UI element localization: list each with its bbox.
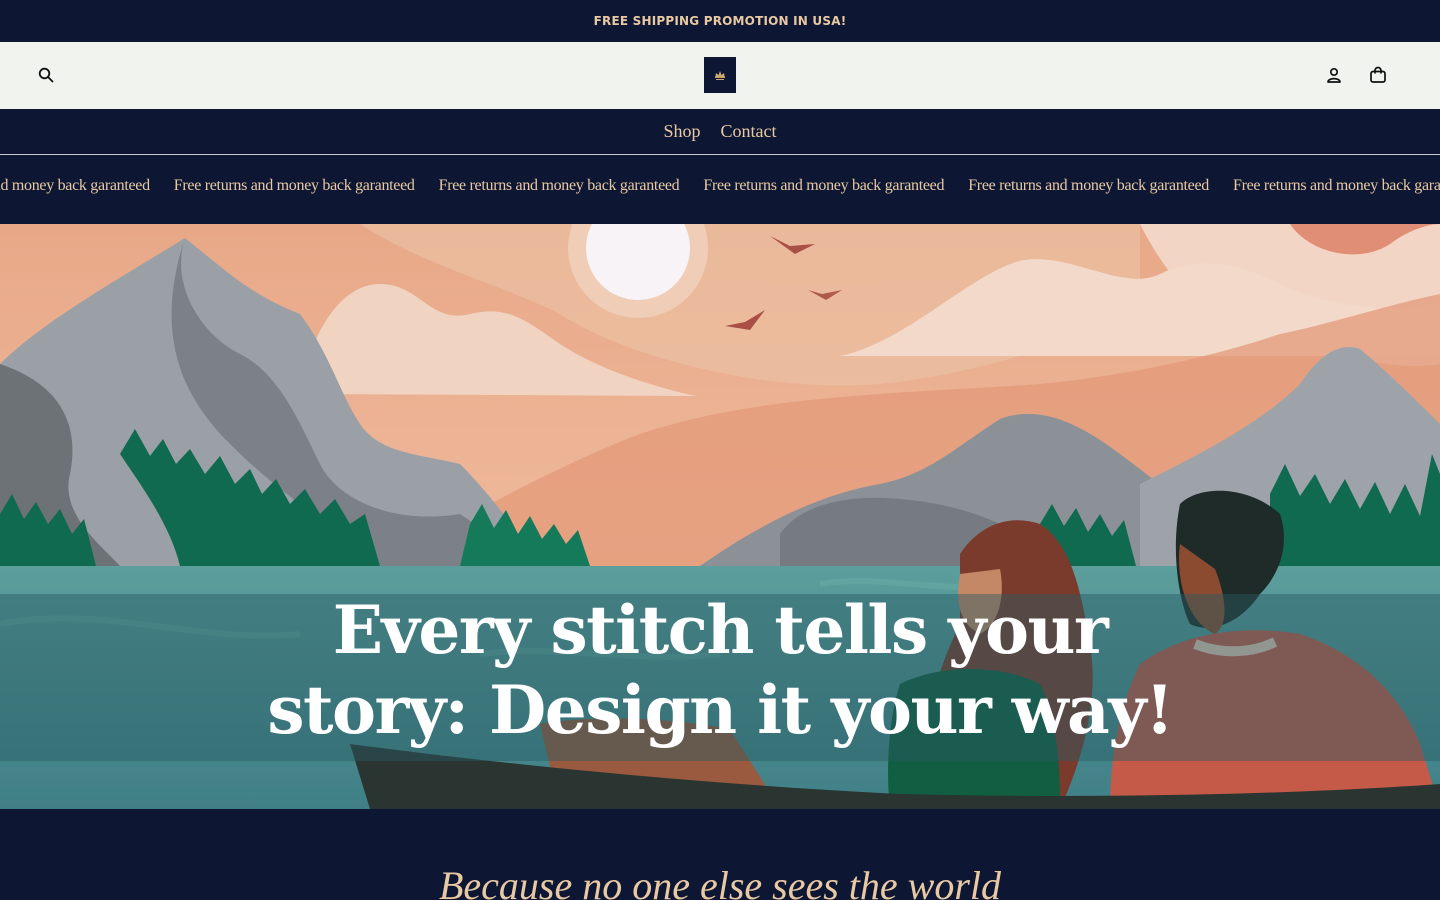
hero-heading-line-1: Every stitch tells your — [332, 591, 1109, 669]
user-icon[interactable] — [1322, 63, 1346, 87]
search-icon[interactable] — [34, 63, 58, 87]
marquee-item: Free returns and money back garanteed — [438, 177, 680, 194]
marquee-item: Free returns and money back garanteed — [703, 177, 945, 194]
nav-item-shop[interactable]: Shop — [663, 121, 700, 142]
announcement-bar: FREE SHIPPING PROMOTION IN USA! — [0, 0, 1440, 42]
shopping-bag-icon[interactable] — [1366, 63, 1390, 87]
nav-item-contact[interactable]: Contact — [721, 121, 777, 142]
marquee-track: Free returns and money back garanteed Fr… — [0, 177, 1440, 195]
marquee-item: Free returns and money back garanteed — [968, 177, 1209, 194]
tagline: Because no one else sees the world — [438, 863, 1002, 900]
announcement-text: FREE SHIPPING PROMOTION IN USA! — [593, 14, 847, 28]
hero-heading-line-2: story: Design it your way! — [267, 671, 1174, 749]
marquee-item: Free returns and money back garanteed — [173, 177, 415, 194]
marquee-item: Free returns and money back garanteed — [1232, 177, 1440, 194]
marquee-item: Free returns and money back garanteed — [0, 177, 150, 194]
marquee-banner: Free returns and money back garanteed Fr… — [0, 156, 1440, 224]
main-navigation: Shop Contact — [0, 109, 1440, 155]
store-logo[interactable] — [704, 57, 736, 93]
hero-heading: Every stitch tells your story: Design it… — [0, 590, 1440, 750]
site-header — [0, 42, 1440, 109]
hero-banner: Every stitch tells your story: Design it… — [0, 224, 1440, 809]
